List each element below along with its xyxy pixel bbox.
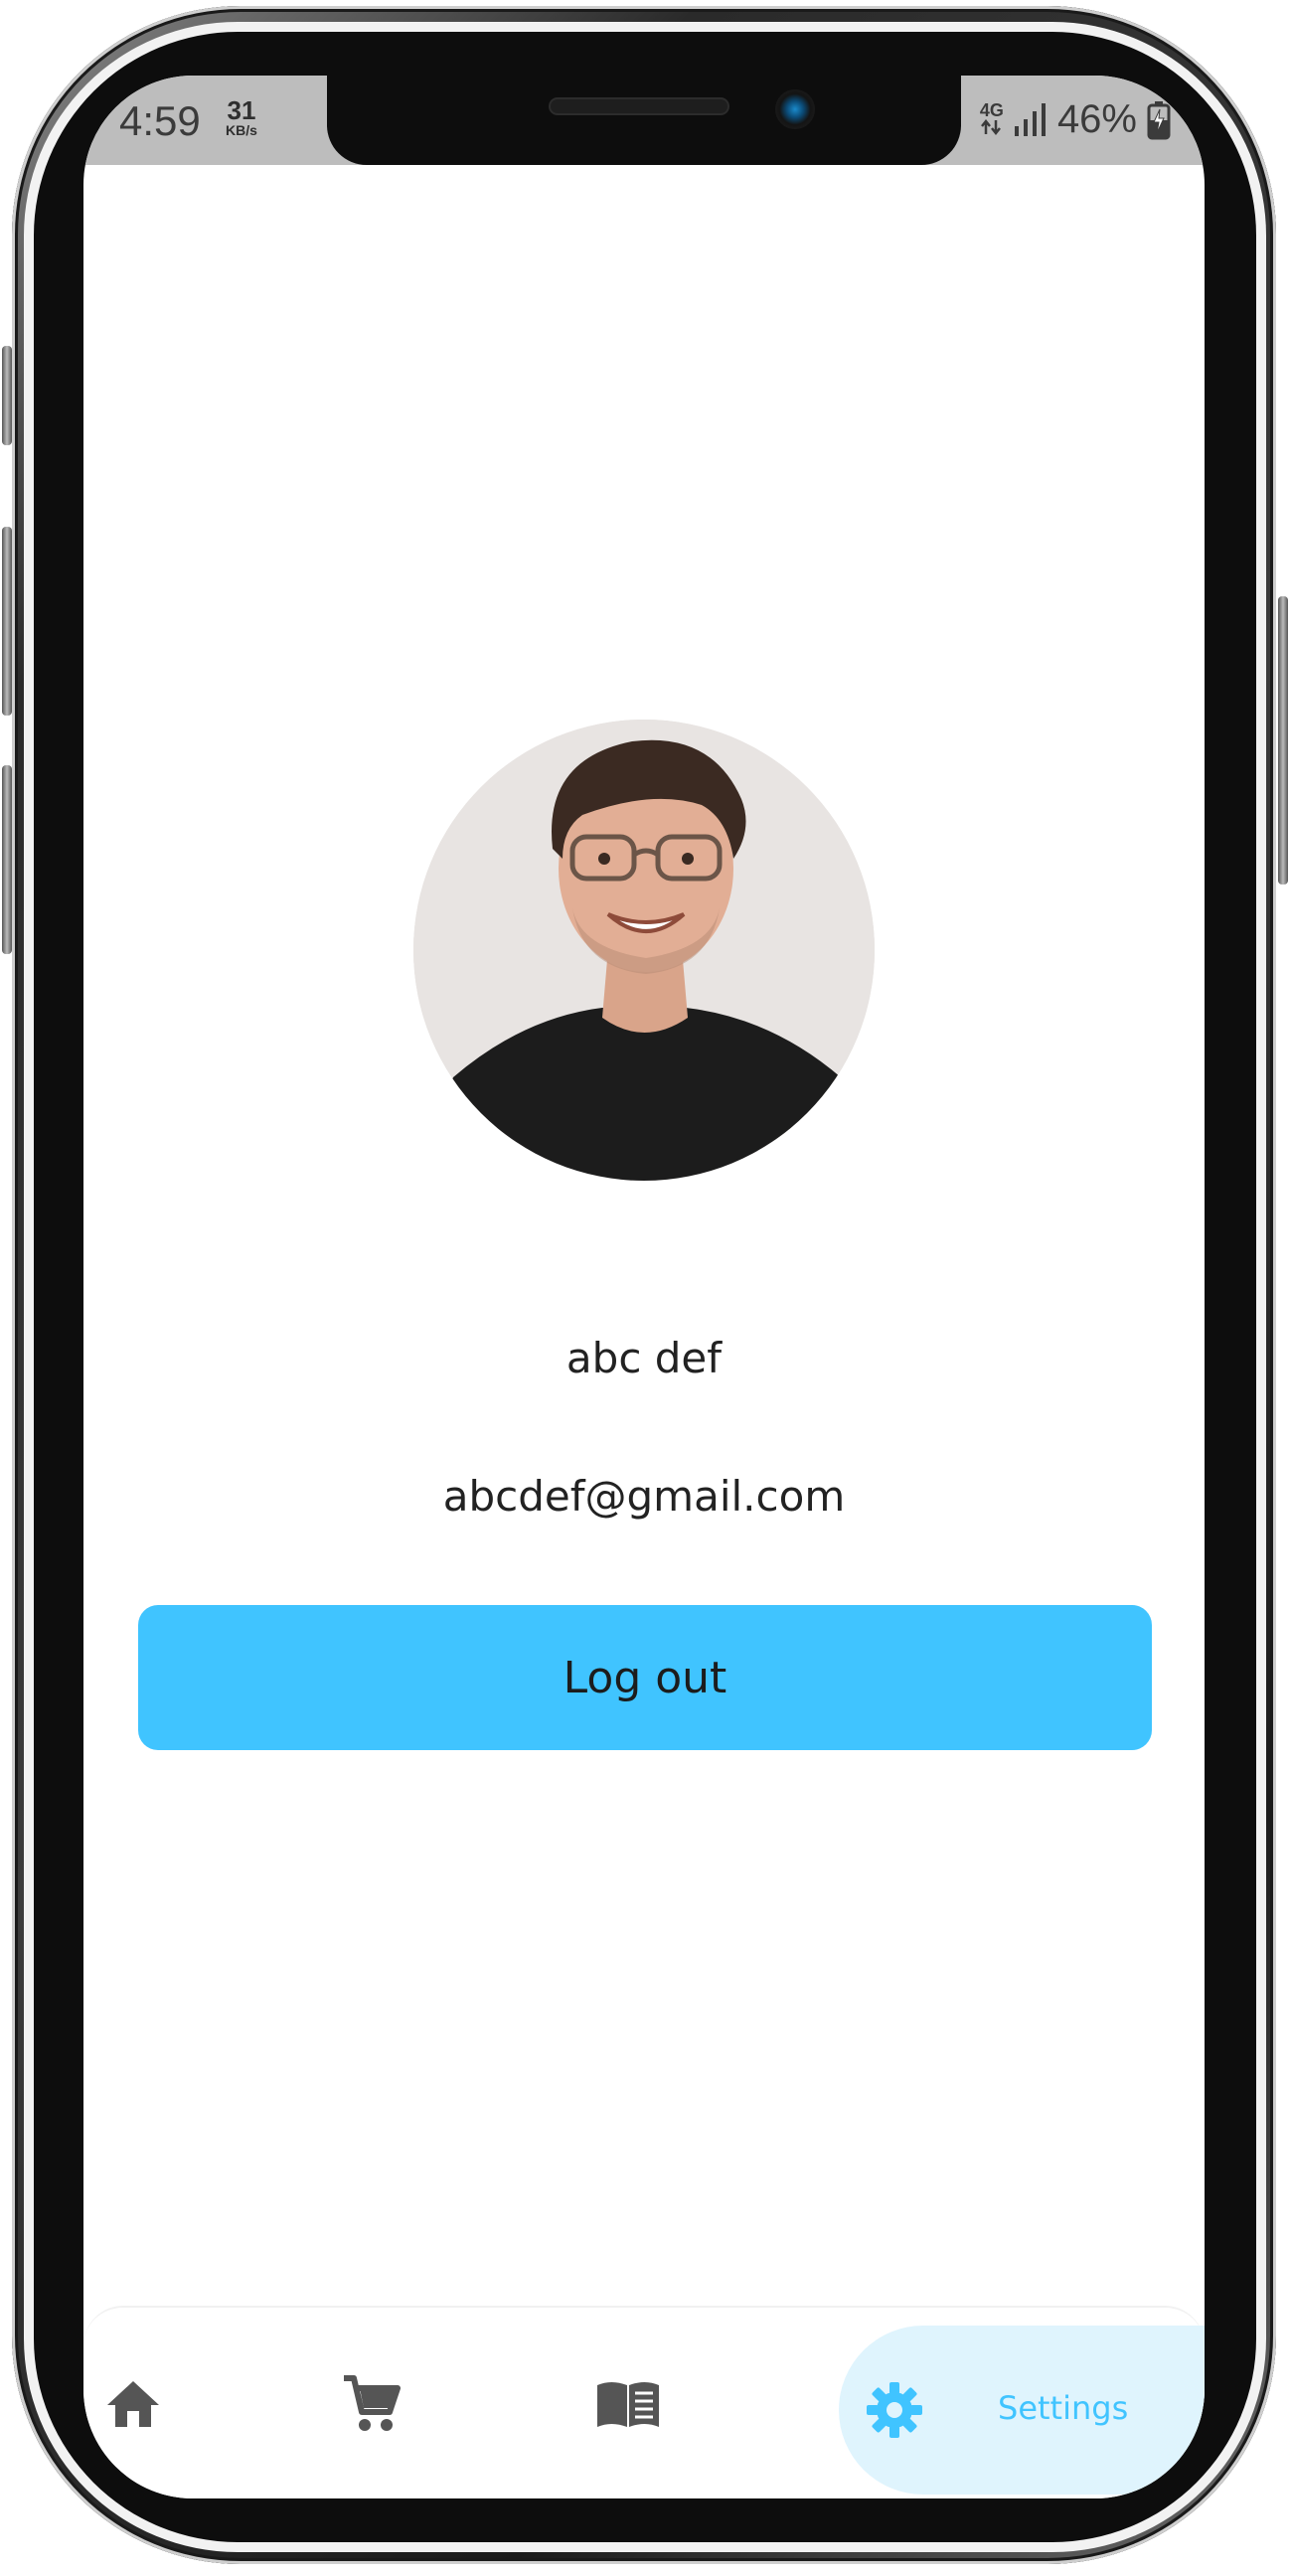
gear-icon <box>867 2382 922 2438</box>
profile-avatar <box>413 720 875 1181</box>
status-time: 4:59 <box>119 97 201 144</box>
network-speed-value: 31 <box>227 95 256 125</box>
nav-item-cart[interactable] <box>302 2308 441 2498</box>
front-camera <box>775 89 815 129</box>
nav-item-home[interactable] <box>83 2308 183 2498</box>
notch <box>327 76 961 165</box>
network-speed: 31 KB/s <box>217 97 266 137</box>
logout-button[interactable]: Log out <box>138 1605 1152 1750</box>
signal-icon <box>1014 102 1046 136</box>
status-right: 4G 46% <box>980 97 1171 142</box>
nav-item-catalog[interactable] <box>559 2308 698 2498</box>
nav-settings-label: Settings <box>998 2389 1129 2427</box>
bixby-button <box>2 765 12 954</box>
volume-down-button <box>2 527 12 716</box>
home-icon <box>107 2381 159 2427</box>
profile-name: abc def <box>565 1334 723 1382</box>
profile-email: abcdef@gmail.com <box>442 1472 846 1521</box>
power-button <box>1278 596 1288 885</box>
profile-photo <box>413 720 875 1181</box>
battery-percent: 46% <box>1056 97 1137 141</box>
nav-item-settings[interactable]: Settings <box>839 2326 1205 2495</box>
network-type: 4G <box>980 101 1004 138</box>
network-type-label: 4G <box>979 100 1004 120</box>
book-icon <box>597 2382 659 2427</box>
battery-charging-icon <box>1147 100 1171 139</box>
cart-icon <box>344 2375 401 2431</box>
earpiece-speaker <box>551 99 727 113</box>
network-speed-unit: KB/s <box>226 122 257 138</box>
app-screen: 4:59 31 KB/s 4G 46% abc def abcdef@gmail… <box>83 76 1205 2498</box>
data-arrows-icon <box>980 118 1001 136</box>
volume-up-button <box>2 346 12 445</box>
